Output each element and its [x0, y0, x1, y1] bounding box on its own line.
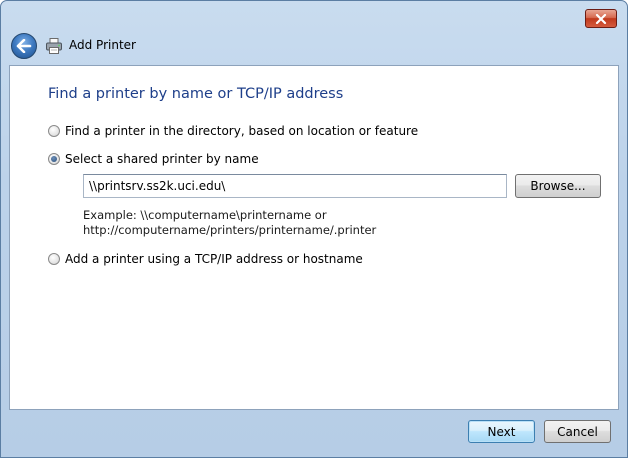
- radio-tcpip[interactable]: [48, 253, 60, 265]
- option-tcpip[interactable]: Add a printer using a TCP/IP address or …: [48, 252, 363, 266]
- page-title: Find a printer by name or TCP/IP address: [48, 86, 344, 102]
- option-label: Find a printer in the directory, based o…: [65, 124, 419, 138]
- add-printer-window: Add Printer Find a printer by name or TC…: [0, 0, 628, 458]
- next-button[interactable]: Next: [468, 420, 535, 443]
- option-label: Add a printer using a TCP/IP address or …: [65, 252, 363, 266]
- option-label: Select a shared printer by name: [65, 152, 259, 166]
- browse-button[interactable]: Browse...: [515, 174, 601, 198]
- back-button[interactable]: [11, 33, 37, 59]
- example-text: Example: \\computername\printername or h…: [83, 208, 376, 238]
- option-shared-by-name[interactable]: Select a shared printer by name: [48, 152, 259, 166]
- option-directory-search[interactable]: Find a printer in the directory, based o…: [48, 124, 418, 138]
- cancel-button[interactable]: Cancel: [544, 420, 611, 443]
- radio-shared-by-name[interactable]: [48, 153, 60, 165]
- window-title: Add Printer: [69, 38, 136, 52]
- printer-name-input[interactable]: [83, 174, 507, 198]
- close-icon: [595, 13, 607, 24]
- example-line: Example: \\computername\printername or: [83, 208, 327, 222]
- wizard-footer: Next Cancel: [1, 410, 627, 457]
- printer-icon: [46, 38, 62, 54]
- radio-directory-search[interactable]: [48, 125, 60, 137]
- title-bar: Add Printer: [1, 1, 627, 65]
- close-button[interactable]: [585, 9, 617, 28]
- example-line: http://computername/printers/printername…: [83, 223, 377, 237]
- back-arrow-icon: [16, 39, 32, 53]
- wizard-content: Find a printer by name or TCP/IP address…: [9, 65, 619, 410]
